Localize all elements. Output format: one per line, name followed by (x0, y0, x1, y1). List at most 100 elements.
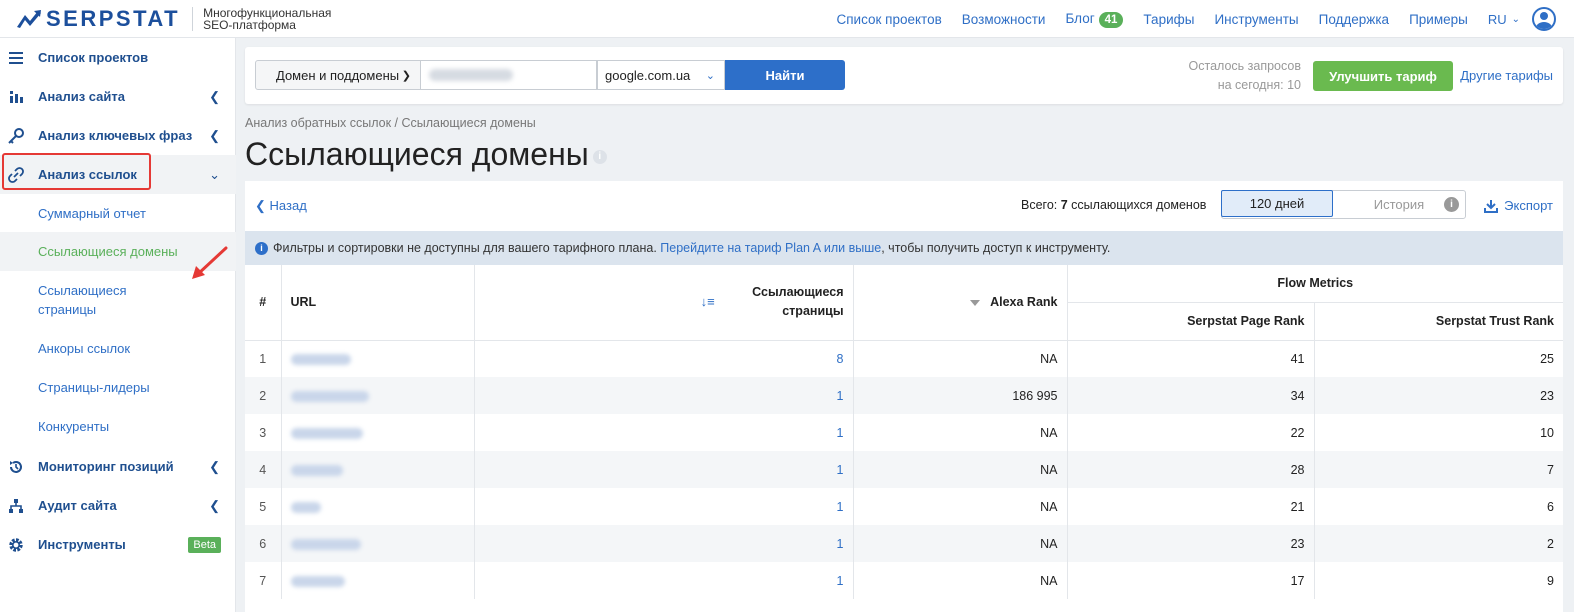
search-type-dropdown[interactable]: Домен и поддомены ❯ (255, 60, 421, 90)
domain-search-input[interactable] (421, 60, 597, 90)
referring-domains-table: # URL ↓≡ Ссылающиеся страницы Alexa Rank … (245, 265, 1563, 599)
find-button[interactable]: Найти (725, 60, 845, 90)
sidebar: Список проектов Анализ сайта ❮ Анализ кл… (0, 38, 236, 612)
referring-pages-cell[interactable]: 1 (474, 377, 854, 414)
sidebar-item-site-audit[interactable]: Аудит сайта ❮ (0, 486, 236, 525)
referring-pages-header-line-1: Ссылающиеся (752, 285, 844, 300)
column-header-alexa-rank[interactable]: Alexa Rank (853, 265, 1068, 341)
alexa-rank-cell: NA (853, 488, 1068, 525)
logo-divider (192, 7, 194, 31)
referring-pages-cell[interactable]: 1 (474, 488, 854, 525)
database-value: google.com.ua (605, 67, 691, 83)
nav-projects[interactable]: Список проектов (837, 12, 942, 27)
referring-pages-cell[interactable]: 1 (474, 451, 854, 488)
nav-features[interactable]: Возможности (962, 12, 1046, 27)
sidebar-sub-competitors[interactable]: Конкуренты (38, 417, 109, 436)
domain-url-cell[interactable] (281, 451, 475, 488)
nav-examples[interactable]: Примеры (1409, 12, 1468, 27)
nav-blog[interactable]: Блог 41 (1065, 11, 1124, 28)
column-header-trust-rank[interactable]: Serpstat Trust Rank (1314, 302, 1563, 341)
sidebar-sub-referring-pages[interactable]: Ссылающиеся страницы (38, 281, 127, 319)
sidebar-item-tools[interactable]: Инструменты Beta (0, 525, 236, 564)
page-rank-cell: 21 (1067, 488, 1315, 525)
referring-pages-link[interactable]: 1 (837, 426, 844, 440)
referring-pages-cell[interactable]: 1 (474, 525, 854, 562)
referring-pages-link[interactable]: 8 (837, 352, 844, 366)
referring-pages-link[interactable]: 1 (837, 574, 844, 588)
back-link[interactable]: ❮ Назад (255, 198, 307, 214)
row-number: 5 (245, 488, 282, 525)
referring-pages-link[interactable]: 1 (837, 463, 844, 477)
language-selector[interactable]: RU ⌄ (1488, 12, 1520, 27)
sidebar-item-keyword-analysis[interactable]: Анализ ключевых фраз ❮ (0, 116, 236, 155)
sidebar-sub-anchors[interactable]: Анкоры ссылок (38, 339, 130, 358)
nav-pricing[interactable]: Тарифы (1143, 12, 1194, 27)
upgrade-plan-button[interactable]: Улучшить тариф (1313, 61, 1453, 91)
trust-rank-cell: 10 (1540, 425, 1554, 440)
remaining-requests-line-1: Осталось запросов (1188, 59, 1301, 73)
row-number: 4 (245, 451, 282, 488)
domain-url-cell[interactable] (281, 488, 475, 525)
chevron-down-icon: ⌄ (209, 166, 220, 182)
referring-pages-cell[interactable]: 8 (474, 340, 854, 377)
page-rank-cell: 28 (1067, 451, 1315, 488)
total-suffix: ссылающихся доменов (1071, 198, 1207, 212)
gear-icon (8, 537, 24, 553)
column-header-page-rank[interactable]: Serpstat Page Rank (1067, 302, 1315, 341)
top-navigation: Список проектов Возможности Блог 41 Тариф… (817, 0, 1574, 38)
sort-descending-icon[interactable]: ↓≡ (701, 294, 715, 309)
period-history-button[interactable]: История i (1333, 191, 1465, 218)
blog-count-badge: 41 (1098, 11, 1124, 28)
logo-text: SERPSTAT (46, 6, 181, 31)
blurred-domain (290, 501, 321, 513)
red-arrow-annotation-icon (192, 246, 228, 279)
trust-rank-cell: 23 (1314, 377, 1563, 414)
download-icon (1484, 199, 1499, 213)
sidebar-item-projects[interactable]: Список проектов (0, 38, 236, 77)
other-tariffs-link[interactable]: Другие тарифы (1460, 68, 1553, 83)
database-dropdown[interactable]: google.com.ua ⌄ (597, 60, 725, 90)
history-icon (8, 459, 24, 475)
period-switch: 120 дней История i (1221, 190, 1466, 219)
alexa-rank-cell: 186 995 (853, 377, 1068, 414)
domain-url-cell[interactable] (281, 340, 475, 377)
sidebar-sub-referring-domains[interactable]: Ссылающиеся домены (38, 242, 178, 261)
notice-upgrade-link[interactable]: Перейдите на тариф Plan A или выше (660, 241, 881, 255)
column-header-referring-pages[interactable]: ↓≡ Ссылающиеся страницы (474, 265, 854, 341)
export-button[interactable]: Экспорт (1484, 198, 1553, 213)
chevron-down-icon: ⌄ (1511, 13, 1520, 25)
page-rank-cell: 17 (1067, 562, 1315, 599)
sidebar-sub-top-pages[interactable]: Страницы-лидеры (38, 378, 150, 397)
sidebar-item-position-monitoring[interactable]: Мониторинг позиций ❮ (0, 447, 236, 486)
alexa-rank-cell: NA (853, 525, 1068, 562)
page-rank-cell: 22 (1067, 414, 1315, 451)
sidebar-item-site-analysis[interactable]: Анализ сайта ❮ (0, 77, 236, 116)
column-header-url[interactable]: URL (281, 265, 475, 341)
referring-pages-link[interactable]: 1 (837, 389, 844, 403)
period-120-days-button[interactable]: 120 дней (1221, 190, 1333, 217)
logo-subtitle: Многофункциональная SEO-платформа (203, 7, 331, 31)
nav-tools[interactable]: Инструменты (1214, 12, 1298, 27)
sidebar-item-label: Анализ ключевых фраз (38, 128, 193, 143)
referring-pages-cell[interactable]: 1 (474, 562, 854, 599)
export-label: Экспорт (1504, 198, 1553, 213)
language-code: RU (1487, 11, 1507, 27)
info-icon: i (1444, 197, 1459, 212)
nav-support[interactable]: Поддержка (1319, 12, 1389, 27)
trust-rank-cell: 6 (1547, 499, 1554, 514)
table-row: 1 8 NA 41 25 (245, 340, 1563, 377)
referring-pages-link[interactable]: 1 (837, 500, 844, 514)
info-icon[interactable]: i (592, 149, 607, 164)
user-avatar-icon[interactable] (1532, 7, 1556, 31)
serpstat-logo[interactable]: SERPSTAT Многофункциональная SEO-платфор… (16, 6, 331, 32)
domain-url-cell[interactable] (281, 525, 475, 562)
sidebar-sub-summary[interactable]: Суммарный отчет (38, 204, 146, 223)
column-group-flow-metrics: Flow Metrics (1067, 265, 1563, 303)
domain-url-cell[interactable] (281, 414, 475, 451)
referring-pages-link[interactable]: 1 (837, 537, 844, 551)
domain-url-cell[interactable] (281, 562, 475, 599)
chevron-left-icon: ❮ (209, 458, 220, 474)
referring-pages-cell[interactable]: 1 (474, 414, 854, 451)
alexa-rank-cell: NA (853, 451, 1068, 488)
domain-url-cell[interactable] (281, 377, 475, 414)
